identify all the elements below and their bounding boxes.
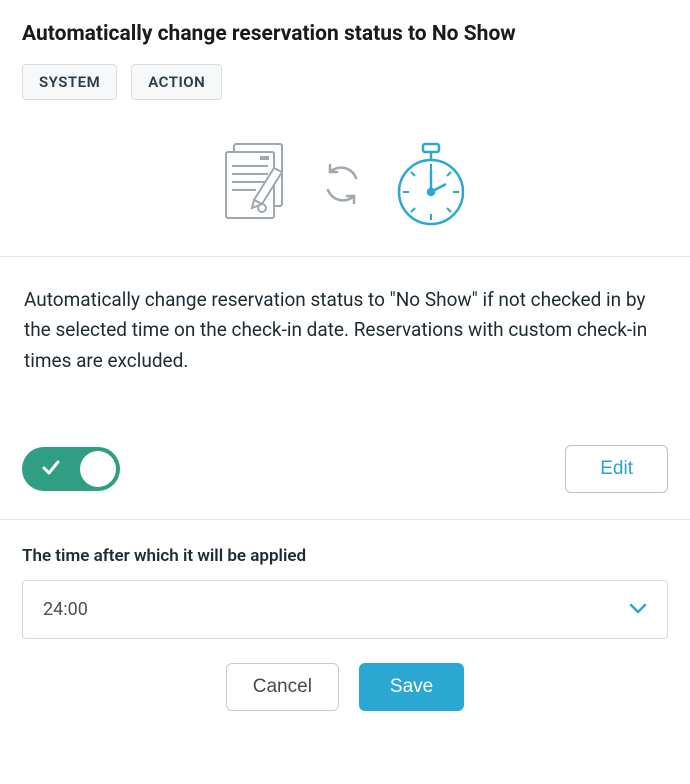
sync-icon: [320, 162, 364, 206]
tag-row: SYSTEM ACTION: [22, 64, 668, 100]
banner: [22, 130, 668, 256]
time-select[interactable]: 24:00: [22, 580, 668, 639]
page-title: Automatically change reservation status …: [22, 22, 668, 46]
save-button[interactable]: Save: [359, 663, 464, 711]
stopwatch-icon: [392, 140, 470, 228]
time-field-section: The time after which it will be applied …: [22, 520, 668, 639]
tag-system: SYSTEM: [22, 64, 117, 100]
edit-button[interactable]: Edit: [565, 445, 668, 493]
time-select-value: 24:00: [43, 599, 88, 620]
tag-action: ACTION: [131, 64, 222, 100]
chevron-down-icon: [629, 600, 647, 619]
toggle-knob: [80, 451, 116, 487]
enable-toggle[interactable]: [22, 447, 120, 491]
cancel-button[interactable]: Cancel: [226, 663, 339, 711]
check-icon: [40, 456, 62, 482]
description-text: Automatically change reservation status …: [22, 257, 668, 431]
toggle-row: Edit: [22, 431, 668, 519]
time-field-label: The time after which it will be applied: [22, 546, 668, 566]
action-row: Cancel Save: [22, 639, 668, 711]
document-pencil-icon: [220, 142, 292, 226]
